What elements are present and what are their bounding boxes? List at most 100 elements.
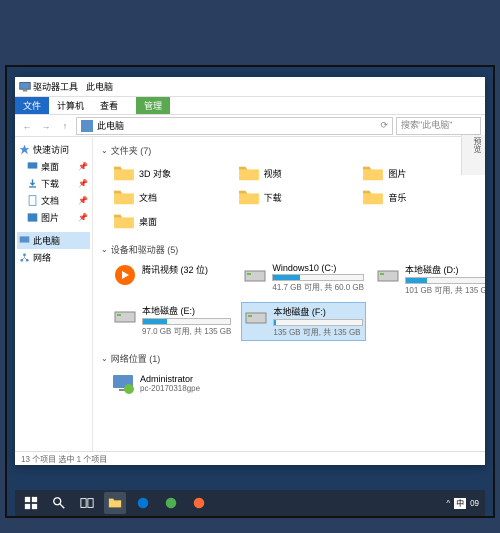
tab-manage[interactable]: 管理 [136, 97, 170, 114]
document-icon [27, 195, 38, 206]
drive-usage-bar [142, 318, 231, 325]
drive-icon [244, 305, 268, 329]
back-button[interactable]: ← [19, 118, 35, 134]
edge-icon[interactable] [132, 492, 154, 514]
start-button[interactable] [20, 492, 42, 514]
pin-icon: 📌 [78, 213, 88, 222]
sidebar-label: 下载 [41, 177, 59, 190]
folder-item[interactable]: 3D 对象 [111, 162, 228, 184]
folder-label: 视频 [264, 167, 282, 180]
folder-label: 3D 对象 [139, 167, 171, 180]
sidebar-label: 桌面 [41, 160, 59, 173]
breadcrumb[interactable]: 此电脑 ⟳ [76, 117, 393, 135]
pin-icon: 📌 [78, 162, 88, 171]
drive-name: 本地磁盘 (E:) [142, 304, 231, 317]
download-icon [27, 178, 38, 189]
drive-usage-bar [272, 274, 364, 281]
sidebar-item-pictures[interactable]: 图片 📌 [17, 209, 90, 226]
folder-item[interactable]: 文档 [111, 186, 228, 208]
folder-icon [113, 164, 135, 182]
up-button[interactable]: ↑ [57, 118, 73, 134]
forward-button[interactable]: → [38, 118, 54, 134]
folder-label: 文档 [139, 191, 157, 204]
folder-label: 音乐 [388, 191, 406, 204]
sidebar-network[interactable]: 网络 [17, 249, 90, 266]
sidebar-label: 文档 [41, 194, 59, 207]
app-icon[interactable] [160, 492, 182, 514]
sidebar-item-documents[interactable]: 文档 📌 [17, 192, 90, 209]
search-input[interactable]: 搜索"此电脑" [396, 117, 481, 135]
drive-usage-bar [273, 319, 363, 326]
breadcrumb-label: 此电脑 [97, 119, 124, 132]
window-title: 此电脑 [86, 80, 113, 93]
drive-item[interactable]: 本地磁盘 (F:)135 GB 可用, 共 135 GB [241, 302, 366, 341]
folder-icon [238, 188, 260, 206]
titlebar: 驱动器工具 此电脑 [15, 77, 485, 97]
section-folders[interactable]: 文件夹 (7) [101, 141, 477, 160]
drive-icon [113, 304, 137, 328]
sidebar-quick-access[interactable]: 快速访问 [17, 141, 90, 158]
sidebar-label: 网络 [33, 251, 51, 264]
statusbar: 13 个项目 选中 1 个项目 [15, 451, 485, 467]
drive-name: 本地磁盘 (D:) [405, 263, 485, 276]
sidebar-this-pc[interactable]: 此电脑 [17, 232, 90, 249]
desktop-icon [27, 161, 38, 172]
folder-icon [113, 212, 135, 230]
app-icon-2[interactable] [188, 492, 210, 514]
drive-item[interactable]: 本地磁盘 (D:) 101 GB 可用, 共 135 GB [374, 261, 485, 298]
drive-item[interactable]: 腾讯视频 (32 位) [111, 261, 233, 298]
addressbar: ← → ↑ 此电脑 ⟳ 搜索"此电脑" [15, 115, 485, 137]
folder-icon [238, 164, 260, 182]
folder-item[interactable]: 下载 [236, 186, 353, 208]
network-icon [19, 252, 30, 263]
drive-detail: 41.7 GB 可用, 共 60.0 GB [272, 282, 364, 293]
folder-icon [362, 188, 384, 206]
tab-file[interactable]: 文件 [15, 97, 49, 114]
section-network[interactable]: 网络位置 (1) [101, 349, 477, 368]
drive-icon [243, 263, 267, 287]
drive-usage-bar [405, 277, 485, 284]
folder-item[interactable]: 视频 [236, 162, 353, 184]
drive-name: 腾讯视频 (32 位) [142, 263, 231, 276]
star-icon [19, 144, 30, 155]
pin-icon: 📌 [78, 196, 88, 205]
folder-icon [362, 164, 384, 182]
status-text: 13 个项目 选中 1 个项目 [21, 454, 107, 465]
contextual-tab-label: 驱动器工具 [33, 80, 78, 93]
folder-label: 图片 [388, 167, 406, 180]
pin-icon: 📌 [78, 179, 88, 188]
ime-indicator[interactable]: 中 [454, 498, 466, 509]
tab-computer[interactable]: 计算机 [49, 97, 92, 114]
tab-view[interactable]: 查看 [92, 97, 126, 114]
pc-icon [19, 235, 30, 246]
sidebar-item-desktop[interactable]: 桌面 📌 [17, 158, 90, 175]
sidebar-item-downloads[interactable]: 下载 📌 [17, 175, 90, 192]
tray-chevron-icon[interactable]: ^ [446, 499, 450, 508]
preview-pane-toggle[interactable]: 预览 [461, 135, 485, 175]
search-icon[interactable] [48, 492, 70, 514]
folder-label: 下载 [264, 191, 282, 204]
folder-item[interactable]: 图片 [360, 162, 477, 184]
section-drives[interactable]: 设备和驱动器 (5) [101, 240, 477, 259]
drive-icon [113, 263, 137, 287]
folder-icon [113, 188, 135, 206]
drive-item[interactable]: Windows10 (C:)41.7 GB 可用, 共 60.0 GB [241, 261, 366, 298]
drive-detail: 101 GB 可用, 共 135 GB [405, 285, 485, 296]
sidebar-label: 此电脑 [33, 234, 60, 247]
network-location[interactable]: Administrator pc-20170318gpe [101, 368, 477, 398]
explorer-icon[interactable] [104, 492, 126, 514]
system-tray: ^ 中 09 [446, 498, 483, 509]
sidebar-label: 快速访问 [33, 143, 69, 156]
drive-item[interactable]: 本地磁盘 (E:)97.0 GB 可用, 共 135 GB [111, 302, 233, 341]
refresh-icon[interactable]: ⟳ [380, 120, 388, 131]
folder-item[interactable]: 音乐 [360, 186, 477, 208]
explorer-window: 驱动器工具 此电脑 文件 计算机 查看 管理 ← → ↑ 此电脑 ⟳ 搜索"此电… [15, 77, 485, 465]
pc-icon [81, 120, 93, 132]
clock[interactable]: 09 [470, 499, 479, 508]
drive-name: 本地磁盘 (F:) [273, 305, 363, 318]
taskview-icon[interactable] [76, 492, 98, 514]
pc-icon [19, 81, 31, 93]
network-pc-icon [111, 371, 135, 395]
drive-icon [376, 263, 400, 287]
folder-item[interactable]: 桌面 [111, 210, 228, 232]
